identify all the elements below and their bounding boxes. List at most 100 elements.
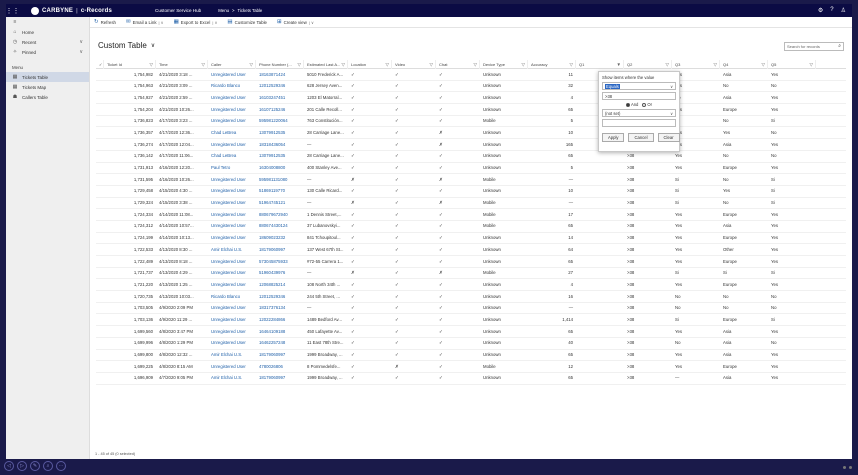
column-header[interactable]: Q1 ▼ bbox=[576, 59, 624, 69]
table-cell[interactable]: Unregistered User bbox=[208, 92, 256, 104]
table-cell[interactable]: Unregistered User bbox=[208, 197, 256, 209]
table-cell[interactable]: 51964745121 bbox=[256, 197, 304, 209]
table-row[interactable]: 1,724,312 4/14/2020 10:57... Unregistered … bbox=[96, 221, 846, 233]
table-row[interactable]: 1,729,458 4/15/2020 4:30 ... Unregistered … bbox=[96, 186, 846, 198]
table-cell[interactable]: Unregistered User bbox=[208, 115, 256, 127]
chevron-down-icon[interactable]: ∨ bbox=[670, 111, 673, 116]
sidebar-item-tickets-table[interactable]: ▦ Tickets Table bbox=[6, 72, 89, 82]
filter-icon[interactable]: ▽ bbox=[714, 60, 717, 69]
table-cell[interactable]: 12012529346 bbox=[256, 80, 304, 92]
table-cell[interactable]: 51960439976 bbox=[256, 267, 304, 279]
search-input[interactable]: Search for records ⌕ bbox=[784, 42, 844, 51]
table-cell[interactable]: Ricardo Blanco bbox=[208, 80, 256, 92]
table-row[interactable]: 1,754,963 4/21/2020 3:09 ... Ricardo Blanc… bbox=[96, 81, 846, 93]
table-cell[interactable]: Unregistered User bbox=[208, 314, 256, 326]
table-cell[interactable]: Chad LeBrea bbox=[208, 127, 256, 139]
filter-icon[interactable]: ▽ bbox=[474, 60, 477, 69]
filter-icon[interactable]: ▽ bbox=[522, 60, 525, 69]
table-cell[interactable]: Unregistered User bbox=[208, 267, 256, 279]
breadcrumb-page[interactable]: Tickets Table bbox=[237, 8, 262, 13]
table-cell[interactable]: Unregistered User bbox=[208, 279, 256, 291]
hamburger-icon[interactable]: ≡ bbox=[12, 19, 18, 25]
filter-icon[interactable]: ▽ bbox=[666, 60, 669, 69]
dot-icon[interactable] bbox=[849, 466, 852, 469]
export-to-excel-button[interactable]: ▦ Export to Excel | ∨ bbox=[174, 19, 218, 25]
column-header[interactable]: Time ▽ bbox=[156, 59, 208, 69]
refresh-button[interactable]: ↻ Refresh bbox=[94, 19, 116, 25]
table-row[interactable]: 1,736,142 4/17/2020 11:06... Chad LeBrea 13… bbox=[96, 151, 846, 163]
dot-icon[interactable] bbox=[843, 466, 846, 469]
table-row[interactable]: 1,724,199 4/14/2020 10:13... Unregistered … bbox=[96, 233, 846, 245]
radio-and[interactable]: And bbox=[625, 102, 638, 107]
breadcrumb-menu[interactable]: Menu bbox=[218, 8, 229, 13]
table-row[interactable]: 1,722,533 4/13/2020 8:30 ... Amir Elchai U… bbox=[96, 244, 846, 256]
table-cell[interactable]: Unregistered User bbox=[208, 69, 256, 81]
table-cell[interactable]: Unregistered User bbox=[208, 302, 256, 314]
table-cell[interactable]: Amir Elchai U.S. bbox=[208, 244, 256, 256]
radio-and-icon[interactable] bbox=[625, 102, 630, 107]
app-launcher-icon[interactable]: ⋮⋮ bbox=[6, 4, 20, 17]
filter-icon[interactable]: ▽ bbox=[202, 60, 205, 69]
filter-icon[interactable]: ▽ bbox=[298, 60, 301, 69]
back-icon[interactable]: ◁ bbox=[4, 461, 14, 471]
sidebar-collapse[interactable]: ≡ bbox=[6, 17, 89, 27]
table-row[interactable]: 1,699,800 4/8/2020 12:32 ... Amir Elchai U… bbox=[96, 350, 846, 362]
table-cell[interactable]: 4780026806 bbox=[256, 361, 304, 373]
table-cell[interactable]: 16462257248 bbox=[256, 337, 304, 349]
table-cell[interactable]: 13079912535 bbox=[256, 150, 304, 162]
zoom-icon[interactable]: ⌕ bbox=[43, 461, 53, 471]
table-cell[interactable]: Amir Elchai U.S. bbox=[208, 372, 256, 384]
table-cell[interactable]: 16464109188 bbox=[256, 326, 304, 338]
filter-icon[interactable]: ▽ bbox=[386, 60, 389, 69]
chevron-down-icon[interactable]: | ∨ bbox=[159, 20, 164, 25]
forward-icon[interactable]: ▷ bbox=[17, 461, 27, 471]
filter-icon[interactable]: ▽ bbox=[250, 60, 253, 69]
table-cell[interactable]: 16103247451 bbox=[256, 92, 304, 104]
cancel-button[interactable]: Cancel bbox=[628, 133, 654, 142]
table-cell[interactable]: 18317376134 bbox=[256, 302, 304, 314]
table-cell[interactable]: Ricardo Blanco bbox=[208, 291, 256, 303]
table-row[interactable]: 1,724,334 4/14/2020 11:08... Unregistered … bbox=[96, 209, 846, 221]
table-cell[interactable]: 18179060997 bbox=[256, 372, 304, 384]
filter-operator-1[interactable]: Equals ∨ bbox=[602, 82, 676, 90]
table-cell[interactable]: 880679672940 bbox=[256, 209, 304, 221]
table-cell[interactable]: 18318436054 bbox=[256, 139, 304, 151]
table-cell[interactable]: 18179060997 bbox=[256, 349, 304, 361]
apply-button[interactable]: Apply bbox=[602, 133, 625, 142]
table-cell[interactable]: 16304008800 bbox=[256, 162, 304, 174]
table-cell[interactable]: 18163871424 bbox=[256, 69, 304, 81]
column-header[interactable]: Device Type ▽ bbox=[480, 59, 528, 69]
table-cell[interactable]: Unregistered User bbox=[208, 232, 256, 244]
table-cell[interactable]: 573045875933 bbox=[256, 256, 304, 268]
customize-table-button[interactable]: ▤ Customize Table bbox=[227, 19, 267, 25]
table-row[interactable]: 1,754,927 4/21/2020 2:59 ... Unregistered … bbox=[96, 92, 846, 105]
column-header[interactable]: Q3 ▽ bbox=[672, 59, 720, 69]
table-cell[interactable]: 12012529346 bbox=[256, 291, 304, 303]
table-cell[interactable]: 16107125246 bbox=[256, 104, 304, 116]
chevron-down-icon[interactable]: ∨ bbox=[670, 84, 673, 89]
table-cell[interactable]: 595981131080 bbox=[256, 174, 304, 186]
table-cell[interactable]: 13079912535 bbox=[256, 127, 304, 139]
table-cell[interactable]: Unregistered User bbox=[208, 174, 256, 186]
table-cell[interactable]: Unregistered User bbox=[208, 185, 256, 197]
table-cell[interactable]: Unregistered User bbox=[208, 220, 256, 232]
more-icon[interactable]: ⋯ bbox=[56, 461, 66, 471]
table-cell[interactable]: Paul Tetro bbox=[208, 162, 256, 174]
table-cell[interactable]: Unregistered User bbox=[208, 361, 256, 373]
chevron-down-icon[interactable]: | ∨ bbox=[212, 20, 217, 25]
table-cell[interactable]: Unregistered User bbox=[208, 104, 256, 116]
column-header[interactable]: Accuracy ▽ bbox=[528, 59, 576, 69]
table-row[interactable]: 1,754,982 4/21/2020 3:18 ... Unregistered … bbox=[96, 69, 846, 81]
table-cell[interactable]: 595981220064 bbox=[256, 115, 304, 127]
table-cell[interactable]: 12022284866 bbox=[256, 314, 304, 326]
table-cell[interactable]: 18609023232 bbox=[256, 232, 304, 244]
sidebar-item-pinned[interactable]: ✧ Pinned ∨ bbox=[6, 47, 89, 57]
sidebar-item-tickets-map[interactable]: ▦ Tickets Map bbox=[6, 82, 89, 92]
table-cell[interactable]: Unregistered User bbox=[208, 139, 256, 151]
column-header[interactable]: Video ▽ bbox=[392, 59, 436, 69]
filter-icon[interactable]: ▽ bbox=[762, 60, 765, 69]
chevron-down-icon[interactable]: ∨ bbox=[79, 39, 83, 45]
filter-icon[interactable]: ▽ bbox=[810, 60, 813, 69]
filter-icon[interactable]: ▽ bbox=[430, 60, 433, 69]
column-header[interactable]: Caller ▽ bbox=[208, 59, 256, 69]
